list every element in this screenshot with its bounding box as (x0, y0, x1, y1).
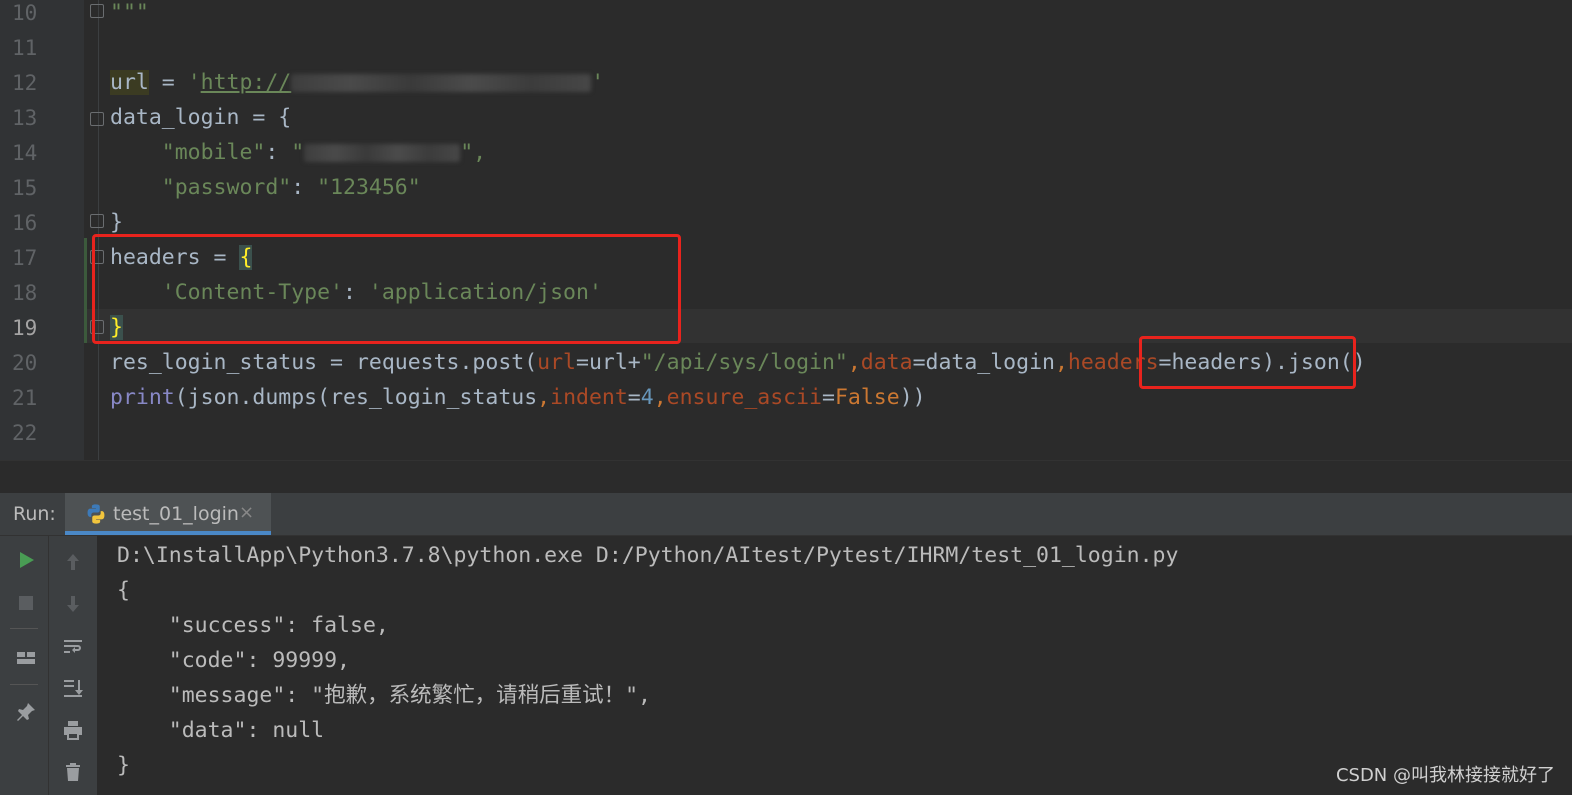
console-line: "code": 99999, (117, 648, 350, 673)
console-line: } (117, 753, 130, 778)
line-number: 20 (12, 351, 38, 375)
trash-icon[interactable] (61, 760, 85, 784)
annotation-box-headers-dict (92, 234, 681, 344)
fold-icon[interactable] (90, 4, 104, 18)
line-number: 18 (12, 281, 38, 305)
layout-icon[interactable] (14, 646, 38, 670)
code-line-14[interactable]: "mobile": " ", (110, 140, 486, 175)
stop-icon[interactable] (14, 591, 38, 615)
watermark: CSDN @叫我林接接就好了 (1335, 765, 1555, 786)
fold-icon[interactable] (90, 214, 104, 228)
line-number: 21 (12, 386, 38, 410)
console-line: "message": "抱歉，系统繁忙，请稍后重试！", (117, 683, 651, 708)
run-console[interactable]: D:\InstallApp\Python3.7.8\python.exe D:/… (0, 536, 1572, 795)
fold-icon[interactable] (90, 112, 104, 126)
run-tab-label: test_01_login (113, 503, 239, 525)
python-icon (87, 504, 105, 524)
line-number-gutter: 10 11 12 13 14 15 16 17 18 19 20 21 22 (0, 0, 84, 460)
close-icon[interactable]: × (239, 502, 254, 523)
console-line: "data": null (117, 718, 325, 743)
toolbar-separator (10, 628, 38, 629)
indent-guide (98, 0, 99, 460)
scroll-up-icon[interactable] (61, 550, 85, 574)
code-line-13[interactable]: data_login = { (110, 105, 291, 140)
redacted-url (291, 74, 592, 92)
run-tool-header: Run: test_01_login × (0, 493, 1572, 536)
run-toolbar-primary (0, 536, 48, 795)
run-icon[interactable] (14, 548, 38, 572)
console-line: "success": false, (117, 613, 389, 638)
line-number: 14 (12, 141, 38, 165)
annotation-box-headers-arg (1139, 336, 1356, 389)
code-line-12[interactable]: url = 'http://' (110, 70, 604, 105)
code-editor[interactable]: 10 11 12 13 14 15 16 17 18 19 20 21 22 "… (0, 0, 1572, 460)
line-number: 10 (12, 1, 38, 25)
line-number: 17 (12, 246, 38, 270)
print-icon[interactable] (61, 718, 85, 742)
soft-wrap-icon[interactable] (61, 634, 85, 658)
code-line-15[interactable]: "password": "123456" (110, 175, 421, 210)
change-marker (84, 238, 87, 343)
redacted-mobile (304, 144, 461, 162)
code-line-21[interactable]: print(json.dumps(res_login_status,indent… (110, 385, 926, 420)
line-number: 13 (12, 106, 38, 130)
console-line: D:\InstallApp\Python3.7.8\python.exe D:/… (117, 543, 1179, 568)
scroll-down-icon[interactable] (61, 592, 85, 616)
toolbar-separator (10, 684, 38, 685)
run-label: Run: (13, 503, 56, 525)
line-number: 15 (12, 176, 38, 200)
scroll-to-end-icon[interactable] (61, 676, 85, 700)
line-number: 22 (12, 421, 38, 445)
console-line: { (117, 578, 130, 603)
line-number: 11 (12, 36, 38, 60)
horizontal-scrollbar[interactable] (0, 460, 1572, 494)
run-toolbar-secondary (48, 536, 97, 795)
line-number: 16 (12, 211, 38, 235)
line-number-current: 19 (12, 316, 38, 340)
run-tab-test-01-login[interactable]: test_01_login × (65, 493, 271, 535)
pin-icon[interactable] (14, 700, 38, 724)
code-line-10[interactable]: """ (110, 0, 149, 35)
line-number: 12 (12, 71, 38, 95)
